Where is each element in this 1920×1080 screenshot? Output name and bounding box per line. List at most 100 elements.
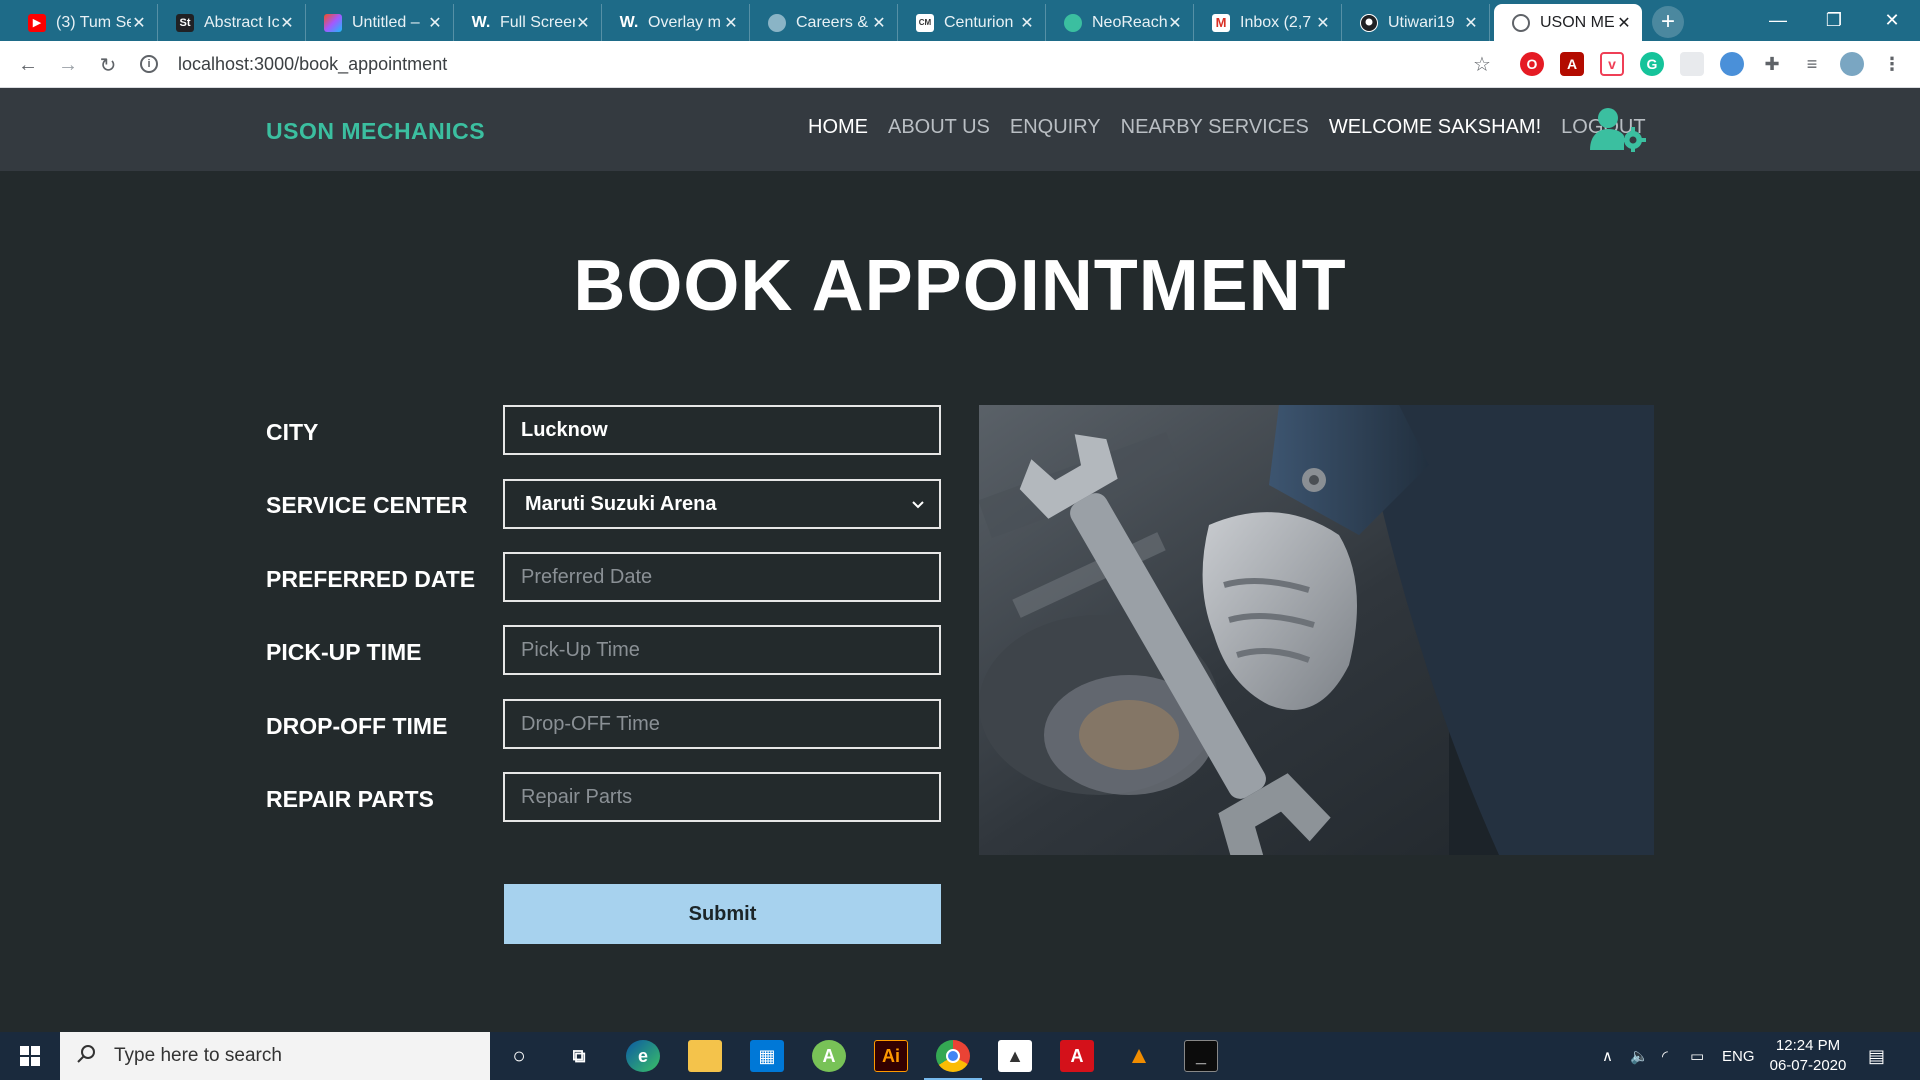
taskbar-clock[interactable]: 12:24 PM 06-07-2020 [1758,1036,1858,1076]
browser-tab[interactable]: Careers & ✕ [750,4,898,41]
illustrator-icon[interactable]: Ai [874,1040,908,1072]
minimize-icon[interactable]: — [1750,0,1806,41]
city-label: CITY [266,419,319,445]
close-icon[interactable]: ✕ [1616,13,1632,33]
puzzle-icon[interactable]: ✚ [1760,52,1784,76]
github-icon [1360,13,1378,32]
repair-parts-input[interactable] [503,772,941,822]
edge-icon[interactable]: e [626,1040,660,1072]
w-icon: W. [619,13,639,31]
close-icon[interactable]: ✕ [279,13,295,33]
close-icon[interactable]: ✕ [427,13,443,33]
windows-start-icon[interactable] [0,1032,60,1080]
tab-title: Utiwari19 [1388,13,1455,31]
browser-tab[interactable]: Untitled – ✕ [306,4,454,41]
page-title: BOOK APPOINTMENT [573,246,1347,326]
address-bar: ← → ↻ i localhost:3000/book_appointment … [0,41,1920,88]
close-icon[interactable]: ✕ [1019,13,1035,33]
brand-logo[interactable]: USON MECHANICS [266,118,485,145]
android-studio-icon[interactable]: A [812,1040,846,1072]
browser-tab[interactable]: Utiwari19 ✕ [1342,4,1490,41]
browser-tab[interactable]: W. Full Screen ✕ [454,4,602,41]
extension-icon[interactable] [1720,52,1744,76]
nav-about-us[interactable]: ABOUT US [888,116,990,139]
taskbar-search-box[interactable]: Type here to search [60,1032,490,1080]
mechanic-wrench-image [979,405,1654,855]
browser-tab[interactable]: ▶ (3) Tum Se ✕ [10,4,158,41]
vlc-icon[interactable]: ▲ [1122,1040,1156,1072]
extension-icon[interactable] [1680,52,1704,76]
grammarly-icon[interactable]: G [1640,52,1664,76]
browser-tab[interactable]: St Abstract Ic ✕ [158,4,306,41]
media-icon[interactable]: ≡ [1800,52,1824,76]
nav-home[interactable]: HOME [808,116,868,139]
browser-tab[interactable]: M Inbox (2,7 ✕ [1194,4,1342,41]
terminal-icon[interactable]: _ [1184,1040,1218,1072]
youtube-icon: ▶ [28,13,46,32]
search-icon [76,1044,96,1069]
reload-icon[interactable]: ↻ [94,51,122,79]
notifications-icon[interactable]: ▤ [1868,1032,1885,1080]
tab-title: USON ME [1540,13,1615,31]
tray-chevron-up-icon[interactable]: ∧ [1602,1032,1613,1080]
avatar[interactable] [1840,52,1864,76]
w-icon: W. [471,13,491,31]
clock-date: 06-07-2020 [1769,1057,1847,1074]
browser-tab[interactable]: NeoReach ✕ [1046,4,1194,41]
store-icon[interactable]: ▦ [750,1040,784,1072]
acrobat-icon[interactable]: A [1060,1040,1094,1072]
forward-arrow-icon[interactable]: → [54,51,82,79]
service-center-value: Maruti Suzuki Arena [525,492,717,515]
battery-icon[interactable]: ▭ [1690,1032,1704,1080]
submit-button[interactable]: Submit [504,884,941,944]
browser-tab[interactable]: CM Centurion ✕ [898,4,1046,41]
tab-title: Centurion [944,13,1014,31]
gmail-icon: M [1212,13,1230,32]
browser-tab-active[interactable]: USON ME ✕ [1494,4,1642,41]
cortana-icon[interactable]: ○ [502,1040,536,1072]
service-center-select[interactable]: Maruti Suzuki Arena [503,479,941,529]
language-indicator[interactable]: ENG [1722,1032,1755,1080]
file-explorer-icon[interactable] [688,1040,722,1072]
tab-title: Careers & [796,13,869,31]
bookmark-star-icon[interactable]: ☆ [1470,52,1494,76]
close-icon[interactable]: ✕ [1463,13,1479,33]
browser-tab[interactable]: W. Overlay m ✕ [602,4,750,41]
wifi-icon[interactable]: ◜ [1662,1032,1668,1080]
url-field[interactable]: i localhost:3000/book_appointment [140,47,1480,81]
pickup-time-input[interactable] [503,625,941,675]
preferred-date-input[interactable] [503,552,941,602]
restore-icon[interactable]: ❐ [1806,0,1862,41]
new-tab-button[interactable]: + [1652,6,1684,38]
close-icon[interactable]: ✕ [1167,13,1183,33]
dropoff-time-label: DROP-OFF TIME [266,713,448,739]
info-icon[interactable]: i [140,55,158,73]
menu-dots-icon[interactable]: ⋮ [1880,52,1904,76]
tab-title: (3) Tum Se [56,13,131,31]
opera-icon[interactable]: O [1520,52,1544,76]
close-icon[interactable]: ✕ [1315,13,1331,33]
repair-parts-label: REPAIR PARTS [266,786,434,812]
city-input[interactable] [503,405,941,455]
close-icon[interactable]: ✕ [723,13,739,33]
chrome-icon[interactable] [936,1040,970,1072]
cm-icon: CM [916,13,934,32]
close-window-icon[interactable]: ✕ [1864,0,1920,41]
nav-nearby-services[interactable]: NEARBY SERVICES [1121,116,1309,139]
browser-tab-bar: ▶ (3) Tum Se ✕ St Abstract Ic ✕ Untitled… [0,0,1920,41]
nav-links: HOME ABOUT US ENQUIRY NEARBY SERVICES WE… [808,116,1666,139]
photos-icon[interactable]: ▲ [998,1040,1032,1072]
dropoff-time-input[interactable] [503,699,941,749]
nav-welcome-user[interactable]: WELCOME SAKSHAM! [1329,116,1541,139]
url-text[interactable]: localhost:3000/book_appointment [178,54,447,75]
volume-icon[interactable]: 🔈 [1630,1032,1649,1080]
back-arrow-icon[interactable]: ← [14,51,42,79]
task-view-icon[interactable]: ⧉ [562,1040,596,1072]
nav-enquiry[interactable]: ENQUIRY [1010,116,1101,139]
pocket-icon[interactable]: v [1600,52,1624,76]
user-settings-icon[interactable] [1590,106,1646,152]
close-icon[interactable]: ✕ [131,13,147,33]
pdf-icon[interactable]: A [1560,52,1584,76]
close-icon[interactable]: ✕ [575,13,591,33]
close-icon[interactable]: ✕ [871,13,887,33]
